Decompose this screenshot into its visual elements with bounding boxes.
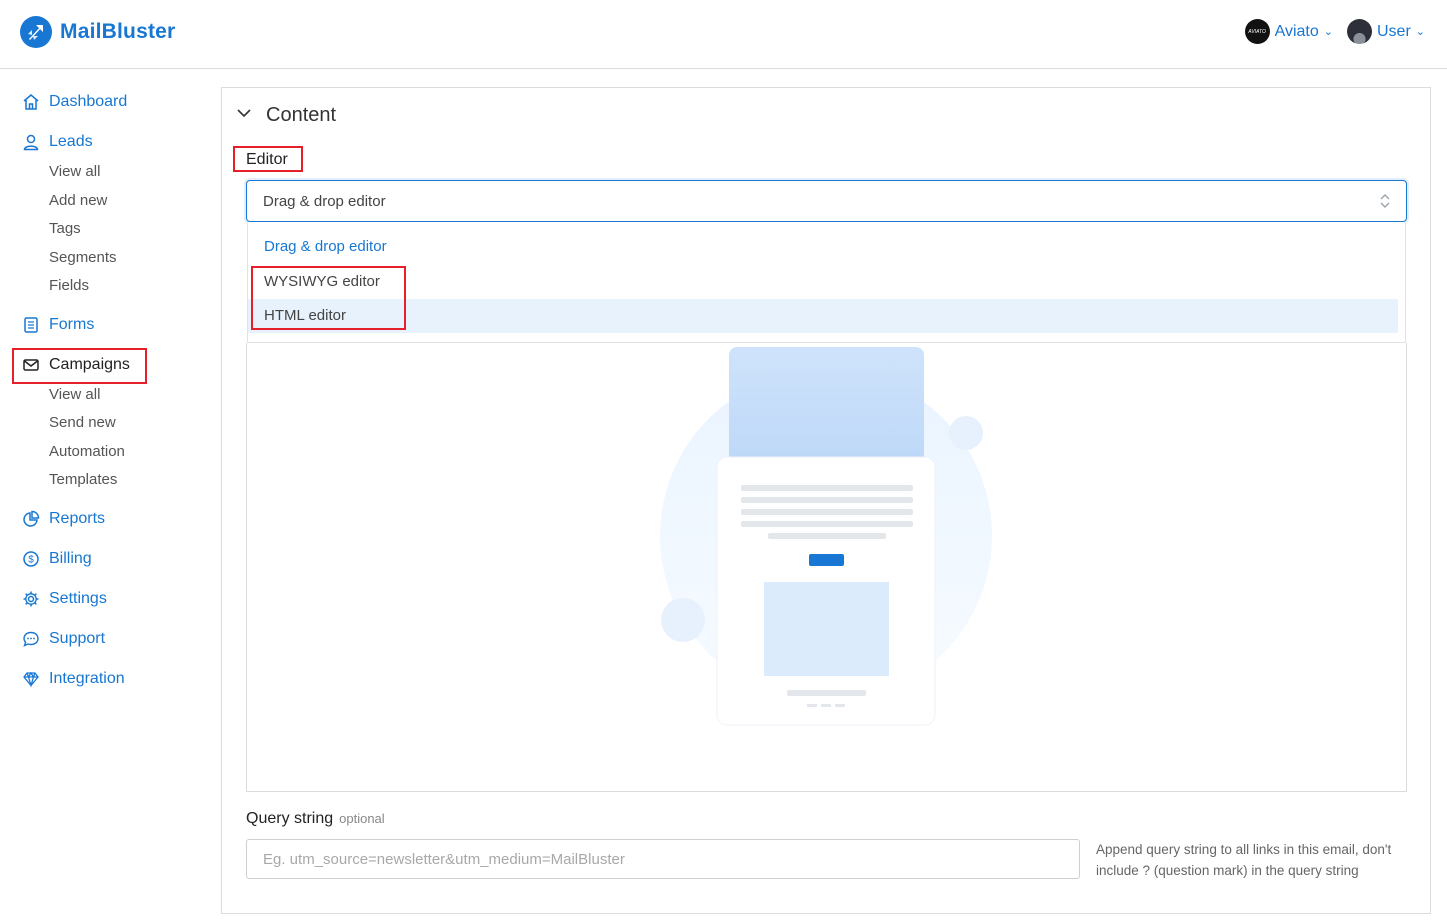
sidebar-sub-campaigns-send-new[interactable]: Send new (49, 414, 116, 431)
content-card: Content Editor Drag & drop editor Drag &… (221, 87, 1431, 914)
gear-icon (23, 591, 39, 607)
sidebar-item-reports[interactable]: Reports (22, 510, 105, 528)
form-icon (24, 317, 38, 333)
svg-text:$: $ (28, 555, 34, 566)
highlight-box-editor-options (251, 266, 406, 330)
top-header: MailBluster AVIATO Aviato ⌄ User ⌄ (0, 0, 1447, 69)
sidebar-item-forms[interactable]: Forms (22, 316, 94, 334)
sidebar-item-settings[interactable]: Settings (22, 590, 107, 608)
user-name: User (1377, 22, 1411, 40)
sidebar-sub-campaigns-view-all[interactable]: View all (49, 386, 100, 403)
option-wysiwyg-editor[interactable]: WYSIWYG editor (248, 265, 1398, 299)
sidebar-sub-leads-view-all[interactable]: View all (49, 163, 100, 180)
editor-preview (246, 343, 1407, 792)
user-avatar (1347, 19, 1372, 44)
sidebar-label: Billing (49, 550, 92, 567)
sidebar-sub-campaigns-automation[interactable]: Automation (49, 443, 125, 460)
editor-label: Editor (246, 151, 288, 168)
sidebar-label: Dashboard (49, 93, 128, 110)
sidebar-label: Support (49, 630, 106, 647)
sidebar-label: Leads (49, 133, 93, 150)
user-menu[interactable]: User ⌄ (1347, 19, 1425, 44)
dollar-icon: $ (23, 551, 39, 567)
sidebar-item-dashboard[interactable]: Dashboard (22, 93, 127, 111)
query-string-label: Query string optional (246, 810, 385, 828)
diamond-icon (23, 671, 39, 688)
user-icon (23, 134, 39, 151)
sidebar-sub-leads-add-new[interactable]: Add new (49, 192, 107, 209)
sidebar-item-billing[interactable]: $ Billing (22, 550, 92, 568)
editor-select-value: Drag & drop editor (263, 193, 386, 210)
brand-avatar-text: AVIATO (1248, 28, 1266, 35)
sidebar: Dashboard Leads View all Add new Tags Se… (0, 69, 220, 921)
sidebar-sub-leads-tags[interactable]: Tags (49, 220, 81, 237)
chat-icon (23, 631, 39, 647)
sidebar-item-campaigns[interactable]: Campaigns (22, 356, 130, 374)
app-logo[interactable]: MailBluster (20, 16, 175, 48)
chevron-down-icon (236, 104, 252, 127)
sidebar-sub-leads-segments[interactable]: Segments (49, 249, 117, 266)
query-string-help: Append query string to all links in this… (1096, 842, 1392, 878)
editor-select[interactable]: Drag & drop editor (246, 180, 1407, 222)
sidebar-label: Reports (49, 510, 106, 527)
chevron-down-icon: ⌄ (1415, 26, 1425, 38)
sidebar-label: Settings (49, 590, 107, 607)
rocket-logo-icon (20, 16, 52, 48)
sidebar-label: Campaigns (49, 356, 130, 373)
mail-icon (23, 359, 39, 371)
pie-chart-icon (23, 510, 40, 527)
sidebar-sub-campaigns-templates[interactable]: Templates (49, 471, 117, 488)
query-string-input[interactable] (246, 839, 1080, 879)
section-title: Content (266, 104, 337, 126)
option-html-editor[interactable]: HTML editor (248, 299, 1398, 333)
brand-name: Aviato (1274, 22, 1319, 40)
sidebar-label: Forms (49, 316, 95, 333)
up-down-arrows-icon (1380, 194, 1390, 208)
home-icon (23, 94, 39, 110)
app-name: MailBluster (60, 20, 176, 43)
option-drag-drop-editor[interactable]: Drag & drop editor (248, 230, 1398, 264)
optional-tag: optional (339, 811, 385, 826)
chevron-down-icon: ⌄ (1323, 26, 1333, 38)
email-illustration (660, 347, 992, 726)
sidebar-item-support[interactable]: Support (22, 630, 105, 648)
sidebar-sub-leads-fields[interactable]: Fields (49, 277, 89, 294)
brand-avatar: AVIATO (1244, 19, 1270, 44)
sidebar-label: Integration (49, 670, 125, 687)
editor-dropdown: Drag & drop editor WYSIWYG editor HTML e… (247, 222, 1406, 343)
sidebar-item-leads[interactable]: Leads (22, 133, 93, 151)
sidebar-item-integration[interactable]: Integration (22, 670, 125, 688)
brand-switcher[interactable]: AVIATO Aviato ⌄ (1244, 19, 1333, 44)
content-section-toggle[interactable]: Content (236, 104, 336, 127)
query-string-title: Query string (246, 810, 334, 827)
